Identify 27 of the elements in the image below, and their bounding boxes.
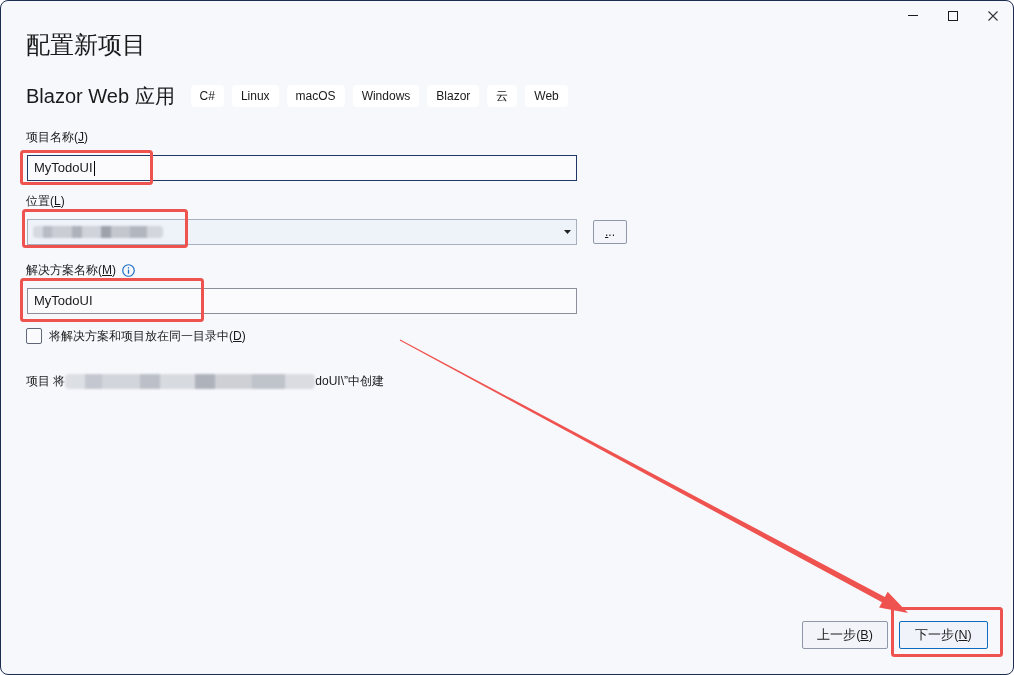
input-field[interactable]: MyTodoUI [27,155,577,181]
dialog-button[interactable]: 下一步(N) [899,621,988,649]
status-text: doUI\”中创建 [315,373,385,390]
tag: macOS [286,85,345,107]
template-name: Blazor Web 应用 [26,84,175,108]
tag: 云 [487,85,518,107]
browse-button[interactable]: ... [593,220,627,244]
dialog-button[interactable]: 上一步(B) [802,621,888,649]
tag: Web [525,85,568,107]
field-label: 项目名称(J) [26,129,88,146]
text-cursor-icon [93,160,95,176]
status-text: 项目 将 [26,373,66,390]
input-field[interactable]: MyTodoUI [27,288,577,314]
minimize-icon [908,15,918,16]
tag: Linux [231,85,279,107]
maximize-icon [948,10,958,21]
field-label: 位置(L) [26,193,65,210]
checkbox-label[interactable]: 将解决方案和项目放在同一目录中(D) [49,327,246,345]
field-label: 解决方案名称(M) [26,262,116,279]
dropdown-arrow-icon [564,230,571,234]
tag: Blazor [427,85,480,107]
checkbox[interactable] [26,328,42,344]
info-icon[interactable] [122,263,135,277]
tag: Windows [352,85,420,107]
close-icon [988,10,998,21]
tag: C# [190,85,224,107]
dialog-title: 配置新项目 [26,30,146,60]
